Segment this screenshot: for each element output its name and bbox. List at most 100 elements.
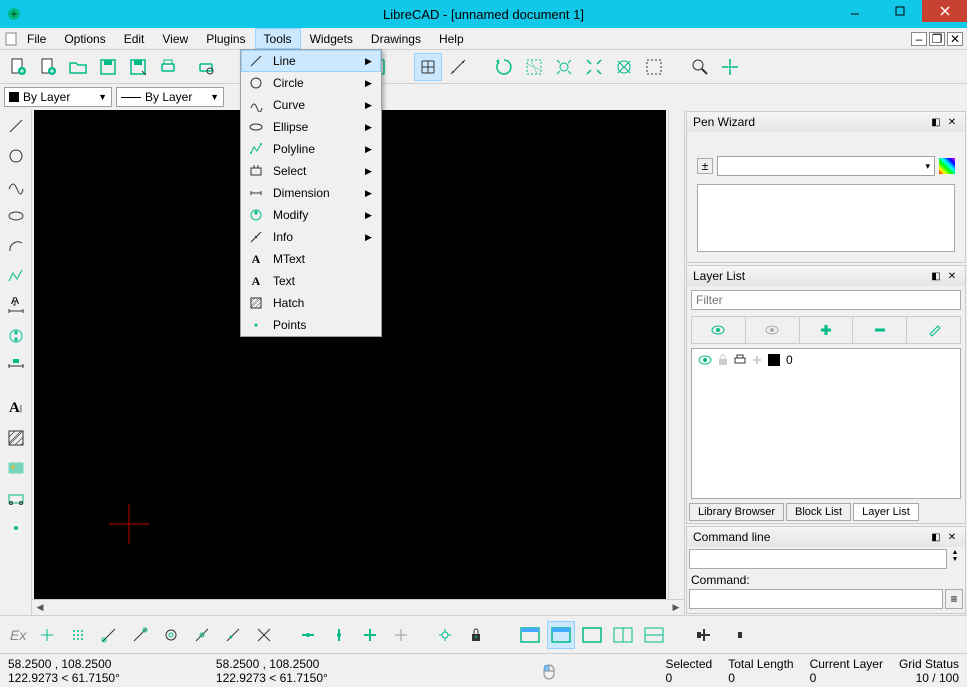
minimize-button[interactable] [832, 0, 877, 22]
tool-measure[interactable] [4, 354, 28, 378]
tools-modify[interactable]: Modify▶ [241, 204, 381, 226]
tools-curve[interactable]: Curve▶ [241, 94, 381, 116]
tool-modify[interactable] [4, 324, 28, 348]
save-button[interactable] [94, 53, 122, 81]
menu-tools[interactable]: Tools [255, 28, 301, 49]
menu-options[interactable]: Options [55, 28, 114, 49]
color-picker-icon[interactable] [939, 158, 955, 174]
layer-hide-all-button[interactable] [746, 317, 800, 343]
history-down-icon[interactable]: ▼ [947, 556, 963, 563]
tools-line[interactable]: Line▶ [241, 50, 381, 72]
restrict-nothing-button[interactable] [387, 621, 415, 649]
new-file-button[interactable] [4, 53, 32, 81]
window-tile-button[interactable] [516, 621, 544, 649]
relative-zero-button[interactable] [431, 621, 459, 649]
undock-icon[interactable]: ◧ [929, 530, 943, 544]
linetype-combo[interactable]: By Layer ▼ [116, 87, 224, 107]
tool-ellipse[interactable] [4, 204, 28, 228]
construction-icon[interactable] [752, 355, 762, 365]
lock-relative-zero-button[interactable] [462, 621, 490, 649]
tool-image[interactable] [4, 456, 28, 480]
tools-dimension[interactable]: Dimension▶ [241, 182, 381, 204]
tools-circle[interactable]: Circle▶ [241, 72, 381, 94]
color-combo[interactable]: By Layer ▼ [4, 87, 112, 107]
tool-point[interactable] [4, 516, 28, 540]
mdi-minimize-button[interactable]: ‒ [911, 32, 927, 46]
tool-block[interactable] [4, 486, 28, 510]
zoom-previous-button[interactable] [610, 53, 638, 81]
add-custom-2-button[interactable] [721, 621, 749, 649]
zoom-pan-button[interactable] [686, 53, 714, 81]
lock-icon[interactable] [718, 354, 728, 366]
print-preview-button[interactable] [192, 53, 220, 81]
tools-points[interactable]: Points [241, 314, 381, 336]
layer-add-button[interactable] [800, 317, 854, 343]
layer-color-swatch[interactable] [768, 354, 780, 366]
menu-view[interactable]: View [153, 28, 197, 49]
zoom-out-button[interactable] [550, 53, 578, 81]
pen-color-combo[interactable]: ▾ [717, 156, 935, 176]
tools-polyline[interactable]: Polyline▶ [241, 138, 381, 160]
menu-edit[interactable]: Edit [115, 28, 154, 49]
tools-mtext[interactable]: AMText [241, 248, 381, 270]
tools-text[interactable]: AText [241, 270, 381, 292]
menu-help[interactable]: Help [430, 28, 473, 49]
grid-toggle-button[interactable] [414, 53, 442, 81]
tool-circle[interactable] [4, 144, 28, 168]
zoom-window-button[interactable] [640, 53, 668, 81]
command-input[interactable] [689, 589, 943, 609]
tool-polyline[interactable] [4, 264, 28, 288]
tool-arc[interactable] [4, 234, 28, 258]
tools-info[interactable]: Info▶ [241, 226, 381, 248]
snap-endpoint-button[interactable] [95, 621, 123, 649]
tools-select[interactable]: Select▶ [241, 160, 381, 182]
save-as-button[interactable] [124, 53, 152, 81]
print-icon[interactable] [734, 354, 746, 366]
menu-widgets[interactable]: Widgets [301, 28, 362, 49]
restrict-ortho-button[interactable] [356, 621, 384, 649]
snap-distance-button[interactable] [219, 621, 247, 649]
close-panel-icon[interactable]: ✕ [945, 115, 959, 129]
snap-middle-button[interactable] [188, 621, 216, 649]
layer-list[interactable]: 0 [691, 348, 961, 499]
undock-icon[interactable]: ◧ [929, 269, 943, 283]
new-template-button[interactable] [34, 53, 62, 81]
close-panel-icon[interactable]: ✕ [945, 530, 959, 544]
window-cascade-button[interactable] [547, 621, 575, 649]
tool-dimension[interactable]: A [4, 294, 28, 318]
tool-hatch[interactable] [4, 426, 28, 450]
window-split-v-button[interactable] [640, 621, 668, 649]
tool-curve[interactable] [4, 174, 28, 198]
tools-ellipse[interactable]: Ellipse▶ [241, 116, 381, 138]
window-arrange-button[interactable] [578, 621, 606, 649]
zoom-redraw-button[interactable] [490, 53, 518, 81]
snap-free-button[interactable] [33, 621, 61, 649]
tab-blocks[interactable]: Block List [786, 503, 851, 521]
tab-library[interactable]: Library Browser [689, 503, 784, 521]
tools-hatch[interactable]: Hatch [241, 292, 381, 314]
layer-row[interactable]: 0 [692, 349, 960, 371]
zoom-in-button[interactable] [520, 53, 548, 81]
zoom-auto-button[interactable] [580, 53, 608, 81]
undock-icon[interactable]: ◧ [929, 115, 943, 129]
command-options-button[interactable]: ≡ [945, 589, 963, 609]
command-history[interactable] [689, 549, 947, 569]
print-button[interactable] [154, 53, 182, 81]
layer-filter-input[interactable] [691, 290, 961, 310]
close-panel-icon[interactable]: ✕ [945, 269, 959, 283]
window-split-h-button[interactable] [609, 621, 637, 649]
eye-icon[interactable] [698, 355, 712, 365]
menu-drawings[interactable]: Drawings [362, 28, 430, 49]
restrict-horizontal-button[interactable] [294, 621, 322, 649]
menu-file[interactable]: File [18, 28, 55, 49]
ex-snap-label[interactable]: Ex [6, 627, 30, 643]
history-up-icon[interactable]: ▲ [947, 549, 963, 556]
tool-line[interactable] [4, 114, 28, 138]
tool-mtext[interactable]: A| [4, 396, 28, 420]
mdi-close-button[interactable]: ✕ [947, 32, 963, 46]
mdi-restore-button[interactable]: ❐ [929, 32, 945, 46]
layer-remove-button[interactable] [853, 317, 907, 343]
close-button[interactable] [922, 0, 967, 22]
draft-mode-button[interactable] [444, 53, 472, 81]
snap-grid-button[interactable] [64, 621, 92, 649]
